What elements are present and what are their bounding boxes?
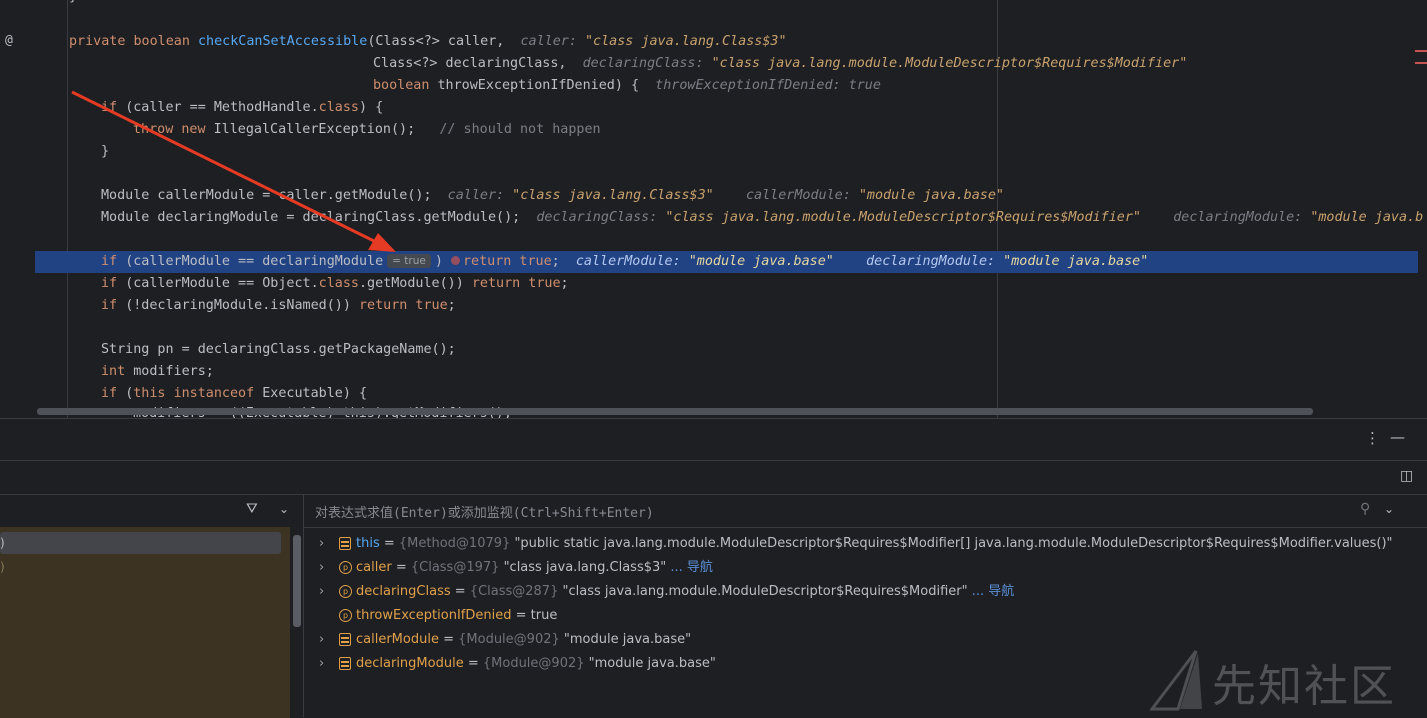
navigate-link[interactable]: ... 导航 (972, 584, 1015, 599)
parameter-icon: p (339, 561, 352, 574)
variable-row[interactable]: › p caller = {Class@197} "class java.lan… (304, 556, 1427, 580)
annotation-arrow (71, 90, 396, 252)
expand-chevron-icon[interactable]: › (319, 556, 324, 580)
navigate-link[interactable]: ... 导航 (670, 560, 713, 575)
chevron-down-icon[interactable]: ⌄ (1384, 502, 1394, 516)
parameter-icon: p (339, 585, 352, 598)
expand-chevron-icon[interactable]: › (319, 652, 324, 676)
chevron-down-icon[interactable]: ⌄ (279, 502, 289, 516)
layout-icon[interactable]: ◫ (1400, 468, 1413, 484)
expand-chevron-icon[interactable]: › (319, 580, 324, 604)
field-icon (339, 657, 351, 670)
field-icon (339, 633, 351, 646)
filter-icon[interactable]: ⛛ (246, 501, 258, 517)
frames-header: ⛛ ⌄ (0, 495, 303, 527)
watermark-logo-icon (1150, 650, 1202, 711)
debug-toolbar: ◫ (0, 460, 1427, 495)
parameter-icon: p (339, 609, 352, 622)
watermark: 先知社区 (1150, 645, 1420, 712)
frame-item[interactable]: ) (0, 532, 281, 554)
evaluate-placeholder: 对表达式求值(Enter)或添加监视(Ctrl+Shift+Enter) (315, 506, 654, 521)
frames-scrollbar[interactable] (293, 535, 301, 627)
watermark-text: 先知社区 (1212, 661, 1396, 712)
frames-list[interactable]: ) ) (0, 527, 290, 718)
expand-chevron-icon[interactable]: › (319, 628, 324, 652)
variable-row[interactable]: p throwExceptionIfDenied = true (304, 604, 1427, 628)
frame-item[interactable]: ) (0, 556, 281, 578)
debug-toolwindow-header: ⋮ — (0, 418, 1427, 461)
add-watch-icon[interactable]: ⚲ (1360, 501, 1370, 517)
minimize-icon[interactable]: — (1390, 428, 1405, 446)
evaluate-expression-field[interactable]: 对表达式求值(Enter)或添加监视(Ctrl+Shift+Enter) ⚲ ⌄ (304, 495, 1427, 528)
variable-row[interactable]: › p declaringClass = {Class@287} "class … (304, 580, 1427, 604)
variable-row[interactable]: › this = {Method@1079} "public static ja… (304, 532, 1427, 556)
frames-panel: ⛛ ⌄ ) ) (0, 494, 303, 718)
code-editor[interactable]: @ } private boolean checkCanSetAccessibl… (0, 0, 1427, 418)
more-options-icon[interactable]: ⋮ (1365, 429, 1380, 447)
expand-chevron-icon[interactable]: › (319, 532, 324, 556)
field-icon (339, 537, 351, 550)
